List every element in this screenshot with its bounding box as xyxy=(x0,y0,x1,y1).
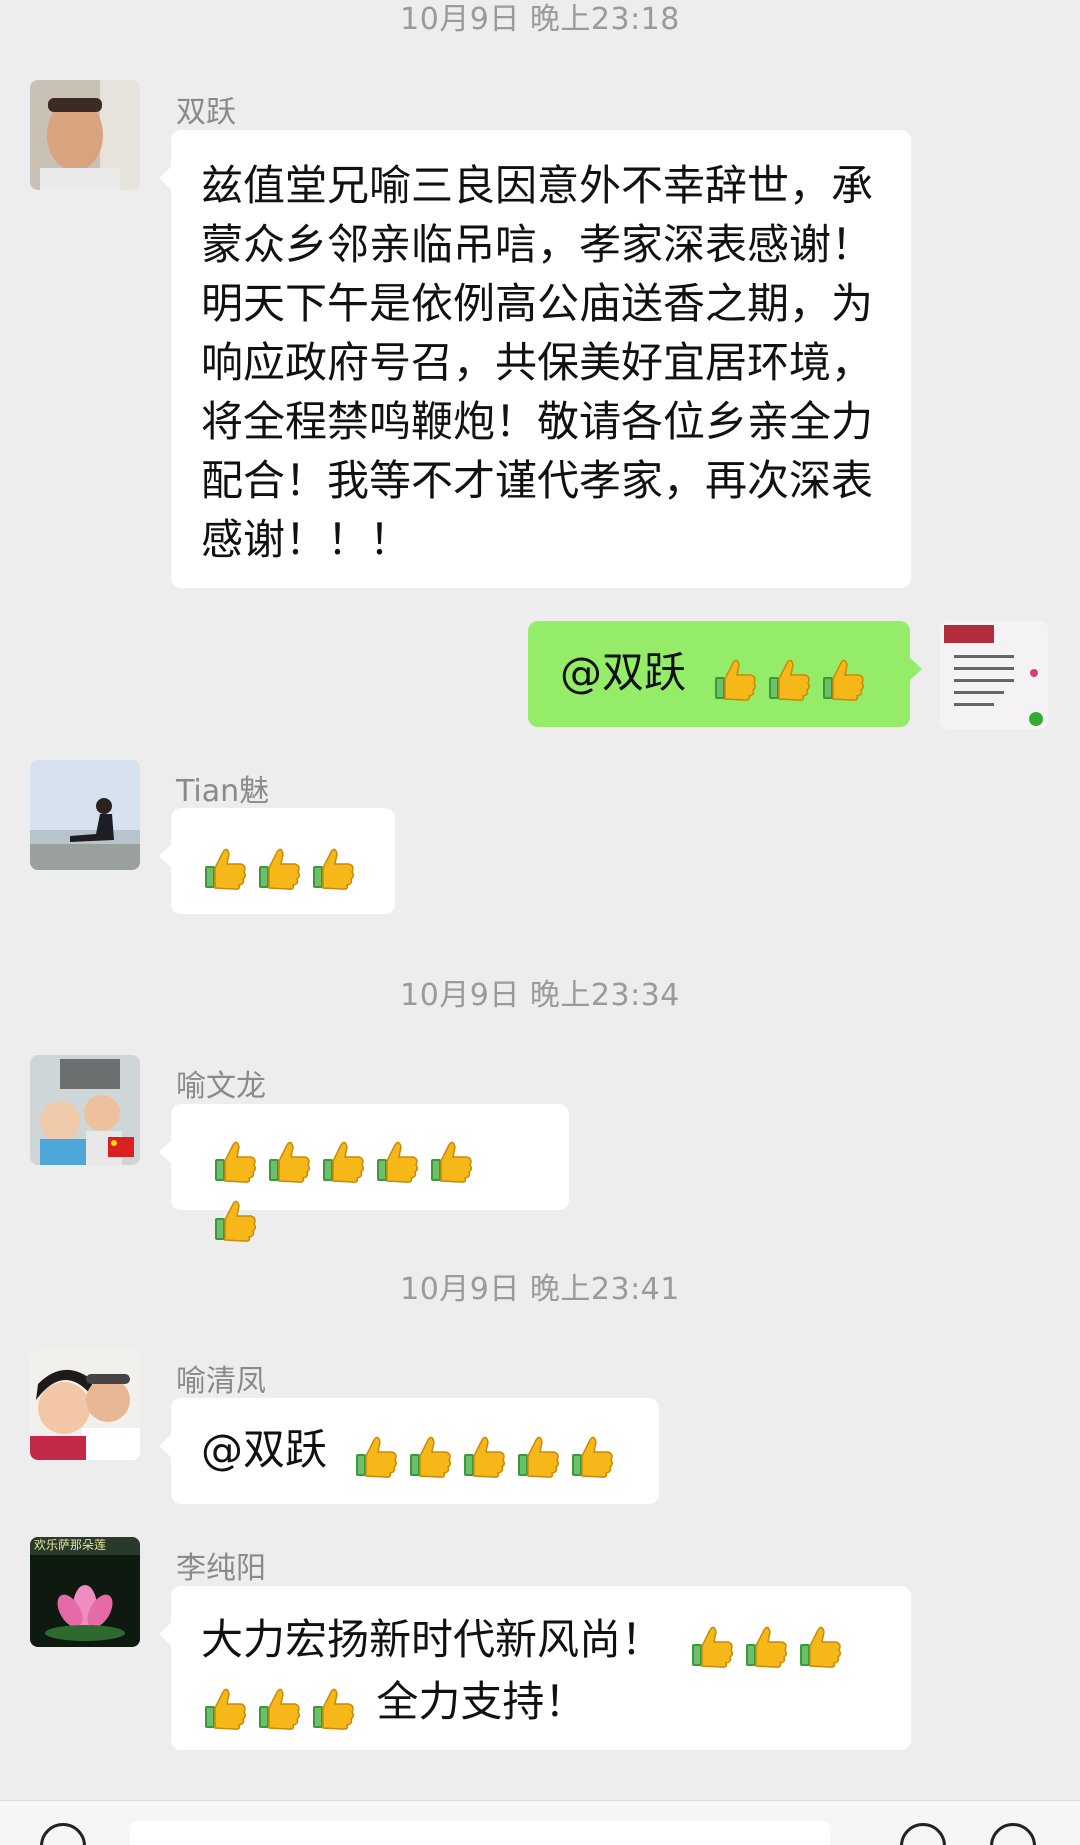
avatar[interactable]: 欢乐萨那朵莲 xyxy=(30,1537,140,1647)
avatar-caption: 欢乐萨那朵莲 xyxy=(34,1538,107,1552)
message-input[interactable] xyxy=(130,1821,830,1845)
timestamp: 10月9日 晚上23:41 xyxy=(400,1272,680,1307)
thumbs-up-group xyxy=(352,1423,622,1482)
thumbs-up-icon xyxy=(205,848,247,890)
avatar[interactable] xyxy=(30,1055,140,1165)
thumbs-up-group xyxy=(711,646,873,705)
thumbs-up-icon xyxy=(215,1200,257,1242)
sender-name: 喻清凤 xyxy=(176,1364,266,1399)
thumbs-up-icon xyxy=(205,1688,247,1730)
thumbs-up-icon xyxy=(323,1141,365,1183)
message-text: 全力支持！ xyxy=(376,1677,587,1726)
plus-icon[interactable] xyxy=(990,1823,1036,1845)
message-bubble-mine[interactable]: @双跃 xyxy=(528,621,922,727)
sender-name: Tian魅 xyxy=(176,774,270,809)
thumbs-up-icon xyxy=(518,1436,560,1478)
thumbs-up-group xyxy=(201,1675,363,1734)
emoji-icon[interactable] xyxy=(900,1823,946,1845)
message-text: 兹值堂兄喻三良因意外不幸辞世，承蒙众乡邻亲临吊唁，孝家深表感谢！明天下午是依例高… xyxy=(201,161,874,564)
thumbs-up-icon xyxy=(269,1141,311,1183)
thumbs-up-icon xyxy=(313,848,355,890)
thumbs-up-icon xyxy=(692,1626,734,1668)
thumbs-up-icon xyxy=(410,1436,452,1478)
thumbs-up-icon xyxy=(715,659,757,701)
thumbs-up-icon xyxy=(259,848,301,890)
avatar[interactable] xyxy=(30,1350,140,1460)
thumbs-up-icon xyxy=(259,1688,301,1730)
message-text: 大力宏扬新时代新风尚！ xyxy=(201,1615,664,1664)
avatar[interactable] xyxy=(30,80,140,190)
message-text: @双跃 xyxy=(560,648,687,697)
thumbs-up-icon xyxy=(356,1436,398,1478)
thumbs-up-icon xyxy=(769,659,811,701)
input-bar xyxy=(0,1800,1080,1845)
thumbs-up-icon xyxy=(464,1436,506,1478)
message-bubble[interactable] xyxy=(159,1104,569,1242)
thumbs-up-icon xyxy=(431,1141,473,1183)
sender-name: 双跃 xyxy=(176,95,236,130)
thumbs-up-icon xyxy=(800,1626,842,1668)
message-bubble[interactable]: @双跃 xyxy=(159,1398,659,1504)
avatar[interactable] xyxy=(30,760,140,870)
thumbs-up-icon xyxy=(823,659,865,701)
message-bubble[interactable]: 大力宏扬新时代新风尚！ 全力支持！ xyxy=(159,1586,911,1750)
thumbs-up-group xyxy=(201,835,363,894)
sender-name: 喻文龙 xyxy=(176,1069,266,1104)
message-bubble[interactable]: 兹值堂兄喻三良因意外不幸辞世，承蒙众乡邻亲临吊唁，孝家深表感谢！明天下午是依例高… xyxy=(159,130,911,588)
thumbs-up-group xyxy=(211,1128,529,1246)
thumbs-up-icon xyxy=(572,1436,614,1478)
thumbs-up-icon xyxy=(313,1688,355,1730)
sender-name: 李纯阳 xyxy=(176,1551,266,1586)
avatar-self[interactable] xyxy=(940,621,1048,729)
thumbs-up-icon xyxy=(215,1141,257,1183)
message-bubble[interactable] xyxy=(159,808,395,914)
message-text: @双跃 xyxy=(201,1425,328,1474)
voice-icon[interactable] xyxy=(40,1823,86,1845)
thumbs-up-icon xyxy=(377,1141,419,1183)
timestamp: 10月9日 晚上23:34 xyxy=(400,978,680,1013)
thumbs-up-group xyxy=(688,1613,850,1672)
thumbs-up-icon xyxy=(746,1626,788,1668)
timestamp: 10月9日 晚上23:18 xyxy=(400,2,680,37)
